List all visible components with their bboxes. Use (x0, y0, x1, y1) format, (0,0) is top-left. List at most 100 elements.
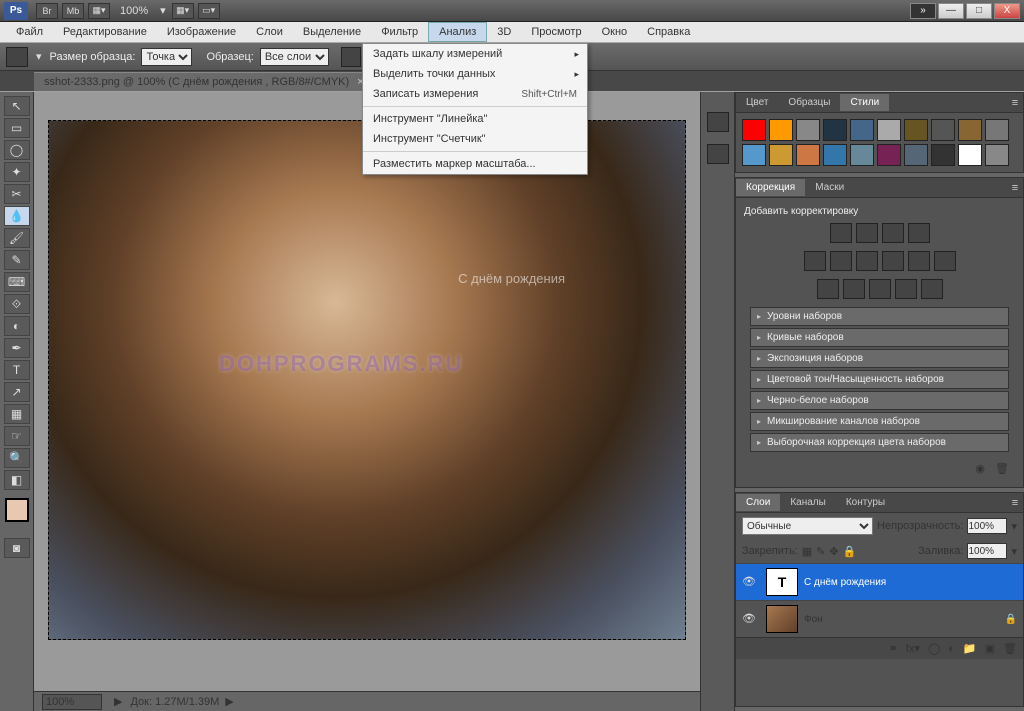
menu-справка[interactable]: Справка (637, 23, 700, 41)
panel-menu-icon[interactable]: ≡ (1007, 97, 1023, 109)
tab-Маски[interactable]: Маски (805, 179, 854, 196)
preset-item[interactable]: Цветовой тон/Насыщенность наборов (750, 370, 1009, 389)
levels-icon[interactable] (856, 223, 878, 243)
style-swatch-13[interactable] (823, 144, 847, 166)
preset-item[interactable]: Кривые наборов (750, 328, 1009, 347)
style-swatch-0[interactable] (742, 119, 766, 141)
tool-16[interactable]: 🔍 (4, 448, 30, 468)
expand-button[interactable]: » (910, 3, 936, 19)
tool-14[interactable]: ▦ (4, 404, 30, 424)
zoom-dropdown-icon[interactable]: ▾ (160, 4, 166, 17)
sample-size-select[interactable]: Точка (141, 48, 192, 66)
preset-item[interactable]: Экспозиция наборов (750, 349, 1009, 368)
style-swatch-4[interactable] (850, 119, 874, 141)
photo-filter-icon[interactable] (908, 251, 930, 271)
menuitem[interactable]: Инструмент "Счетчик" (363, 129, 587, 149)
visibility-icon[interactable]: 👁 (742, 575, 760, 589)
canvas[interactable]: С днём рождения DOHPROGRAMS.RU (48, 120, 686, 640)
menuitem[interactable]: Разместить маркер масштаба... (363, 154, 587, 174)
style-swatch-2[interactable] (796, 119, 820, 141)
tab-Каналы[interactable]: Каналы (780, 494, 836, 511)
style-swatch-14[interactable] (850, 144, 874, 166)
menuitem[interactable]: Выделить точки данных (363, 64, 587, 84)
tool-10[interactable]: ◐ (4, 316, 30, 336)
current-tool-icon[interactable] (6, 47, 28, 67)
tool-6[interactable]: 🖌 (4, 228, 30, 248)
layer-thumb[interactable]: T (766, 568, 798, 596)
menuitem[interactable]: Записать измеренияShift+Ctrl+M (363, 84, 587, 104)
style-swatch-6[interactable] (904, 119, 928, 141)
posterize-icon[interactable] (843, 279, 865, 299)
tb-btn-3[interactable]: ▦▾ (88, 3, 110, 19)
tool-9[interactable]: ⟐ (4, 294, 30, 314)
panel-menu-icon[interactable]: ≡ (1007, 497, 1023, 509)
tab-Стили[interactable]: Стили (840, 94, 889, 111)
tb-btn-2[interactable]: Mb (62, 3, 84, 19)
tool-0[interactable]: ↖ (4, 96, 30, 116)
opacity-input[interactable] (967, 518, 1007, 534)
status-zoom[interactable]: 100% (42, 694, 102, 710)
exposure-icon[interactable] (908, 223, 930, 243)
threshold-icon[interactable] (869, 279, 891, 299)
tool-15[interactable]: ☞ (4, 426, 30, 446)
menuitem[interactable]: Задать шкалу измерений (363, 44, 587, 64)
tool-2[interactable]: ◯ (4, 140, 30, 160)
style-swatch-19[interactable] (985, 144, 1009, 166)
vibrance-icon[interactable] (804, 251, 826, 271)
tool-12[interactable]: T (4, 360, 30, 380)
lock-all-icon[interactable]: 🔒 (843, 545, 857, 558)
new-layer-icon[interactable]: ▣ (985, 642, 995, 655)
tool-4[interactable]: ✂ (4, 184, 30, 204)
minimize-button[interactable]: — (938, 3, 964, 19)
menu-просмотр[interactable]: Просмотр (521, 23, 591, 41)
style-swatch-11[interactable] (769, 144, 793, 166)
visibility-icon[interactable]: 👁 (742, 612, 760, 626)
selective-icon[interactable] (921, 279, 943, 299)
style-swatch-15[interactable] (877, 144, 901, 166)
layer-thumb[interactable] (766, 605, 798, 633)
dock-icon-1[interactable] (707, 112, 729, 132)
corr-foot-icon-1[interactable]: ◉ (975, 462, 985, 475)
tool-3[interactable]: ✦ (4, 162, 30, 182)
corr-foot-icon-2[interactable]: 🗑 (995, 462, 1009, 475)
balance-icon[interactable] (856, 251, 878, 271)
style-swatch-3[interactable] (823, 119, 847, 141)
style-swatch-10[interactable] (742, 144, 766, 166)
tool-5[interactable]: 💧 (4, 206, 30, 226)
gradient-map-icon[interactable] (895, 279, 917, 299)
layer-row[interactable]: 👁TС днём рождения (736, 563, 1023, 600)
style-swatch-18[interactable] (958, 144, 982, 166)
quickmask-icon[interactable]: ◙ (4, 538, 30, 558)
status-arrow2-icon[interactable]: ▶ (225, 695, 233, 708)
layer-row[interactable]: 👁Фон🔒 (736, 600, 1023, 637)
menu-окно[interactable]: Окно (592, 23, 638, 41)
tool-11[interactable]: ✒ (4, 338, 30, 358)
tb-btn-5[interactable]: ▭▾ (198, 3, 220, 19)
tab-Слои[interactable]: Слои (736, 494, 780, 511)
lock-pixels-icon[interactable]: ▦ (802, 545, 812, 558)
link-layers-icon[interactable]: ⚭ (889, 642, 898, 655)
style-swatch-16[interactable] (904, 144, 928, 166)
document-tab[interactable]: sshot-2333.png @ 100% (С днём рождения ,… (34, 72, 374, 91)
fill-arrow-icon[interactable]: ▾ (1011, 545, 1017, 558)
tool-13[interactable]: ↗ (4, 382, 30, 402)
tool-8[interactable]: ⌨ (4, 272, 30, 292)
status-arrow-icon[interactable]: ▶ (114, 695, 122, 708)
tb-btn-1[interactable]: Br (36, 3, 58, 19)
menu-изображение[interactable]: Изображение (157, 23, 246, 41)
tab-Образцы[interactable]: Образцы (778, 94, 840, 111)
menu-анализ[interactable]: Анализ (428, 22, 487, 42)
tool-17[interactable]: ◧ (4, 470, 30, 490)
menu-фильтр[interactable]: Фильтр (371, 23, 428, 41)
lock-move-icon[interactable]: ✥ (829, 545, 838, 558)
fill-input[interactable] (967, 543, 1007, 559)
brightness-icon[interactable] (830, 223, 852, 243)
invert-icon[interactable] (817, 279, 839, 299)
hue-icon[interactable] (830, 251, 852, 271)
mask-icon[interactable]: ◯ (928, 642, 940, 655)
option-icon[interactable] (341, 47, 361, 67)
sample-layers-select[interactable]: Все слои (260, 48, 329, 66)
preset-item[interactable]: Микширование каналов наборов (750, 412, 1009, 431)
preset-item[interactable]: Черно-белое наборов (750, 391, 1009, 410)
tb-btn-4[interactable]: ▦▾ (172, 3, 194, 19)
